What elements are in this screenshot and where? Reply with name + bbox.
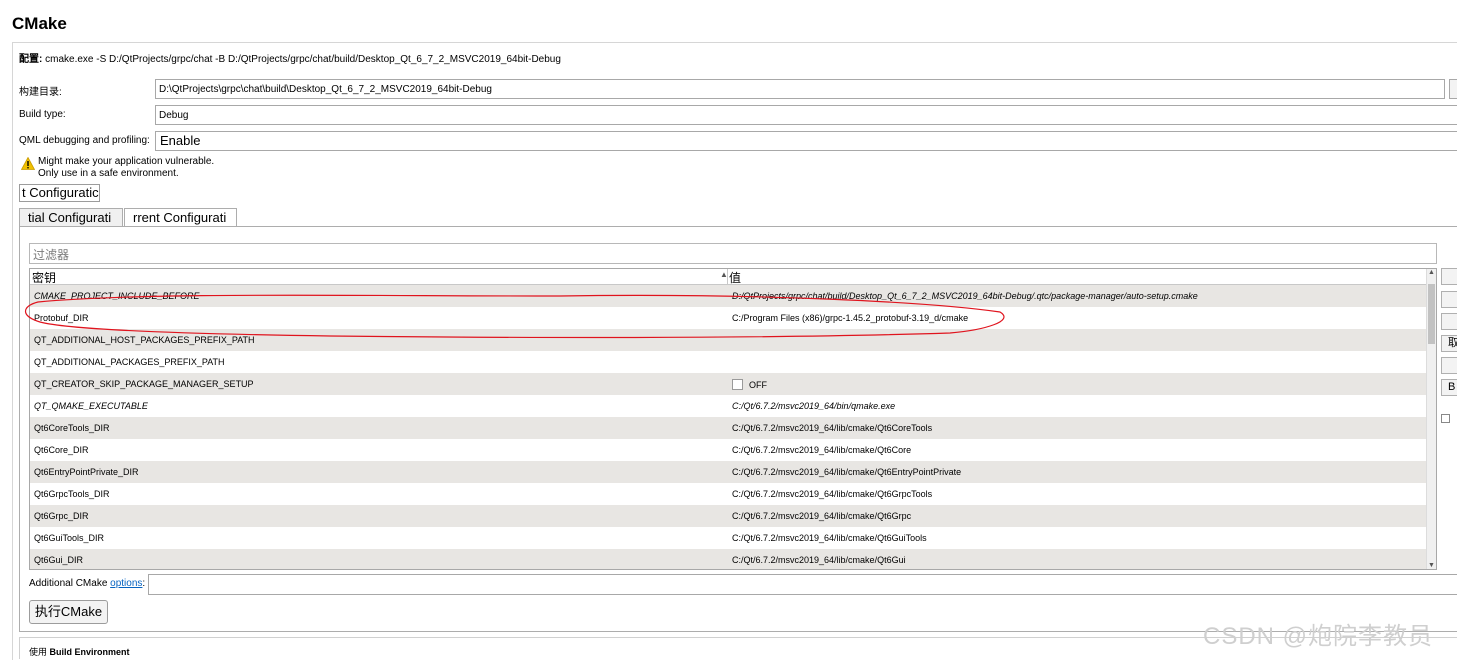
table-row[interactable]: Qt6Core_DIR C:/Qt/6.7.2/msvc2019_64/lib/c… xyxy=(30,439,1427,461)
row-key: QT_CREATOR_SKIP_PACKAGE_MANAGER_SETUP xyxy=(34,379,254,389)
warning-triangle-icon xyxy=(21,157,35,170)
table-row[interactable]: Qt6GuiTools_DIR C:/Qt/6.7.2/msvc2019_64/l… xyxy=(30,527,1427,549)
warning-text: Might make your application vulnerable. … xyxy=(38,156,214,180)
row-value[interactable]: C:/Qt/6.7.2/msvc2019_64/lib/cmake/Qt6Gui… xyxy=(732,533,927,543)
env-prefix: 使用 xyxy=(29,647,48,657)
table-header: 密钥 ▲ 值 xyxy=(30,269,1428,285)
row-key: Protobuf_DIR xyxy=(34,313,89,323)
row-value[interactable]: C:/Qt/6.7.2/msvc2019_64/lib/cmake/Qt6Cor… xyxy=(732,445,911,455)
configure-command-text: cmake.exe -S D:/QtProjects/grpc/chat -B … xyxy=(42,54,561,65)
build-dir-label: 构建目录: xyxy=(19,87,62,98)
table-row[interactable]: Protobuf_DIR C:/Program Files (x86)/grpc-… xyxy=(30,307,1427,329)
build-environment-label[interactable]: 使用 Build Environment xyxy=(29,645,130,658)
warning-line-1: Might make your application vulnerable. xyxy=(38,156,215,167)
column-header-value[interactable]: 值 xyxy=(729,269,741,286)
row-value[interactable]: C:/Qt/6.7.2/msvc2019_64/lib/cmake/Qt6Ent… xyxy=(732,467,961,477)
row-value[interactable]: D:/QtProjects/grpc/chat/build/Desktop_Qt… xyxy=(732,291,1198,301)
table-row[interactable]: Qt6Grpc_DIR C:/Qt/6.7.2/msvc2019_64/lib/c… xyxy=(30,505,1427,527)
filter-input[interactable]: 过滤器 xyxy=(29,243,1437,264)
row-key: QT_QMAKE_EXECUTABLE xyxy=(34,401,148,411)
cmake-variable-table: 密钥 ▲ 值 CMAKE_PROJECT_INCLUDE_BEFORE D:/Qt… xyxy=(29,268,1437,570)
env-label: Build Environment xyxy=(49,647,130,657)
row-key: Qt6Grpc_DIR xyxy=(34,511,89,521)
scroll-down-icon[interactable]: ▼ xyxy=(1428,562,1435,569)
qml-select[interactable]: Enable xyxy=(155,131,1457,151)
additional-colon: : xyxy=(142,578,146,589)
side-button-5[interactable] xyxy=(1441,357,1457,374)
scrollbar-thumb[interactable] xyxy=(1428,284,1435,344)
row-value[interactable]: OFF xyxy=(732,379,767,390)
column-header-key[interactable]: 密钥 xyxy=(32,269,56,286)
row-key: CMAKE_PROJECT_INCLUDE_BEFORE xyxy=(34,291,200,301)
tab-initial-configuration[interactable]: tial Configurati xyxy=(19,208,123,227)
scroll-up-icon[interactable]: ▲ xyxy=(1428,269,1435,276)
table-row[interactable]: Qt6CoreTools_DIR C:/Qt/6.7.2/msvc2019_64/… xyxy=(30,417,1427,439)
tab-current-configuration[interactable]: rrent Configurati xyxy=(124,208,237,227)
side-button-1[interactable] xyxy=(1441,268,1457,285)
column-divider xyxy=(727,269,728,284)
table-row[interactable]: Qt6EntryPointPrivate_DIR C:/Qt/6.7.2/msvc… xyxy=(30,461,1427,483)
row-key: QT_ADDITIONAL_PACKAGES_PREFIX_PATH xyxy=(34,357,225,367)
build-dir-field[interactable]: D:\QtProjects\grpc\chat\build\Desktop_Qt… xyxy=(155,79,1445,99)
warning-line-2: Only use in a safe environment. xyxy=(38,168,179,179)
table-row[interactable]: CMAKE_PROJECT_INCLUDE_BEFORE D:/QtProject… xyxy=(30,285,1427,307)
configure-command: 配置: cmake.exe -S D:/QtProjects/grpc/chat… xyxy=(19,50,561,65)
watermark: CSDN @炮院李教员 xyxy=(1203,623,1434,650)
side-button-6[interactable]: B xyxy=(1441,379,1457,396)
run-cmake-button[interactable]: 执行CMake xyxy=(29,600,108,624)
table-row[interactable]: QT_QMAKE_EXECUTABLE C:/Qt/6.7.2/msvc2019_… xyxy=(30,395,1427,417)
qml-label: QML debugging and profiling: xyxy=(19,135,150,146)
row-key: Qt6EntryPointPrivate_DIR xyxy=(34,467,139,477)
side-checkbox[interactable] xyxy=(1441,414,1450,423)
row-value[interactable]: C:/Qt/6.7.2/msvc2019_64/lib/cmake/Qt6Cor… xyxy=(732,423,932,433)
configure-prefix: 配置: xyxy=(19,54,43,65)
table-row[interactable]: Qt6Gui_DIR C:/Qt/6.7.2/msvc2019_64/lib/cm… xyxy=(30,549,1427,569)
row-key: Qt6Gui_DIR xyxy=(34,555,84,565)
side-button-4[interactable]: 取 xyxy=(1441,335,1457,352)
table-row[interactable]: QT_ADDITIONAL_PACKAGES_PREFIX_PATH xyxy=(30,351,1427,373)
row-key: Qt6Core_DIR xyxy=(34,445,89,455)
options-link[interactable]: options xyxy=(110,578,142,589)
table-row[interactable]: Qt6GrpcTools_DIR C:/Qt/6.7.2/msvc2019_64/… xyxy=(30,483,1427,505)
additional-options-input[interactable] xyxy=(148,574,1457,595)
row-key: Qt6GrpcTools_DIR xyxy=(34,489,110,499)
table-row[interactable]: QT_CREATOR_SKIP_PACKAGE_MANAGER_SETUP OFF xyxy=(30,373,1427,395)
row-value-text: OFF xyxy=(749,380,767,390)
row-key: Qt6GuiTools_DIR xyxy=(34,533,105,543)
row-value[interactable]: C:/Qt/6.7.2/msvc2019_64/lib/cmake/Qt6Grp… xyxy=(732,489,932,499)
configuration-button[interactable]: t Configuratic xyxy=(19,184,100,202)
row-key: Qt6CoreTools_DIR xyxy=(34,423,110,433)
row-checkbox[interactable] xyxy=(732,379,743,390)
page-title: CMake xyxy=(12,14,67,33)
browse-button[interactable] xyxy=(1449,79,1457,99)
additional-label-text: Additional CMake xyxy=(29,578,111,589)
row-value[interactable]: C:/Qt/6.7.2/msvc2019_64/lib/cmake/Qt6Gui xyxy=(732,555,906,565)
side-button-3[interactable] xyxy=(1441,313,1457,330)
row-value[interactable]: C:/Program Files (x86)/grpc-1.45.2_proto… xyxy=(732,313,968,323)
row-key: QT_ADDITIONAL_HOST_PACKAGES_PREFIX_PATH xyxy=(34,335,255,345)
table-row[interactable]: QT_ADDITIONAL_HOST_PACKAGES_PREFIX_PATH xyxy=(30,329,1427,351)
additional-options-label: Additional CMake options: xyxy=(29,578,145,589)
table-scrollbar[interactable]: ▲ ▼ xyxy=(1426,269,1436,569)
build-type-label: Build type: xyxy=(19,109,66,120)
side-button-2[interactable] xyxy=(1441,291,1457,308)
row-value[interactable]: C:/Qt/6.7.2/msvc2019_64/lib/cmake/Qt6Grp… xyxy=(732,511,911,521)
row-value[interactable]: C:/Qt/6.7.2/msvc2019_64/bin/qmake.exe xyxy=(732,401,895,411)
build-type-field[interactable]: Debug xyxy=(155,105,1457,125)
